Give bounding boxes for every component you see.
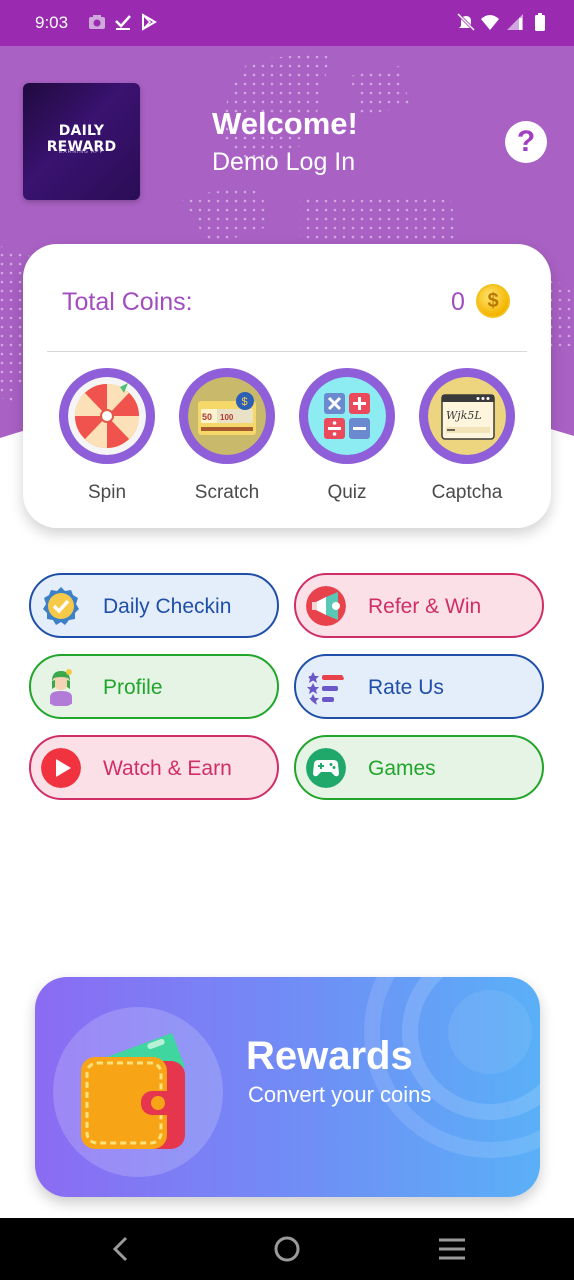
watch-earn-label: Watch & Earn — [103, 757, 232, 780]
svg-text:100: 100 — [220, 413, 234, 422]
help-button[interactable]: ? — [505, 121, 547, 163]
rewards-subtitle: Convert your coins — [248, 1082, 432, 1107]
camera-icon — [89, 15, 105, 29]
profile-avatar-icon — [50, 669, 72, 706]
rate-us-button[interactable]: Rate Us — [294, 654, 544, 719]
logo-subtitle: EARNING APP — [59, 149, 104, 155]
recents-icon[interactable] — [427, 1228, 477, 1270]
scratch-card-icon: 50 100 $ — [188, 377, 266, 455]
notifications-muted-icon — [456, 12, 476, 32]
gamepad-icon — [306, 748, 346, 788]
user-name: Demo Log In — [212, 148, 356, 176]
rewards-banner[interactable]: Rewards Convert your coins — [35, 977, 540, 1197]
daily-checkin-button[interactable]: Daily Checkin — [29, 573, 279, 638]
wallet-icon — [81, 1033, 185, 1149]
system-nav-bar — [0, 1218, 574, 1280]
svg-text:50: 50 — [202, 412, 212, 422]
total-coins-label: Total Coins: — [62, 288, 193, 316]
card-divider — [47, 351, 527, 352]
scratch-button[interactable]: 50 100 $ Scratch — [179, 368, 275, 504]
refer-win-button[interactable]: Refer & Win — [294, 573, 544, 638]
checkmark-icon — [115, 15, 131, 30]
spin-wheel-icon — [68, 377, 146, 455]
back-icon[interactable] — [96, 1228, 146, 1270]
rate-us-label: Rate Us — [368, 676, 444, 699]
games-label: Games — [368, 757, 436, 780]
play-store-icon — [142, 13, 157, 31]
status-bar: 9:03 — [0, 0, 574, 46]
app-logo: DAILY REWARD EARNING APP — [23, 83, 140, 200]
svg-text:$: $ — [242, 396, 248, 408]
spin-label: Spin — [87, 482, 127, 503]
games-button[interactable]: Games — [294, 735, 544, 800]
watch-earn-button[interactable]: Watch & Earn — [29, 735, 279, 800]
quiz-icon — [308, 377, 386, 455]
megaphone-icon — [306, 586, 346, 626]
signal-icon — [507, 14, 523, 30]
daily-checkin-label: Daily Checkin — [103, 595, 232, 618]
captcha-text: Wjk5L — [446, 409, 482, 422]
wifi-icon — [481, 15, 499, 30]
spin-button[interactable]: Spin — [59, 368, 155, 504]
coins-card: Total Coins: 0 Spin — [23, 244, 551, 528]
scratch-label: Scratch — [194, 482, 260, 503]
captcha-button[interactable]: Wjk5L Captcha — [419, 368, 515, 504]
rewards-title: Rewards — [246, 1034, 413, 1078]
captcha-icon: Wjk5L — [428, 377, 506, 455]
profile-label: Profile — [103, 676, 163, 699]
quiz-label: Quiz — [327, 482, 367, 503]
play-video-icon — [41, 748, 81, 788]
battery-icon — [535, 13, 545, 31]
captcha-label: Captcha — [431, 482, 503, 503]
coin-icon — [476, 284, 510, 318]
total-coins-value: 0 — [451, 288, 465, 316]
rating-list-icon — [307, 672, 344, 705]
profile-button[interactable]: Profile — [29, 654, 279, 719]
refer-win-label: Refer & Win — [368, 595, 482, 618]
status-time: 9:03 — [35, 13, 69, 32]
welcome-heading: Welcome! — [212, 106, 358, 141]
checkin-badge-icon — [43, 587, 79, 625]
quiz-button[interactable]: Quiz — [299, 368, 395, 504]
question-mark-icon: ? — [516, 125, 536, 158]
home-icon[interactable] — [262, 1228, 312, 1270]
